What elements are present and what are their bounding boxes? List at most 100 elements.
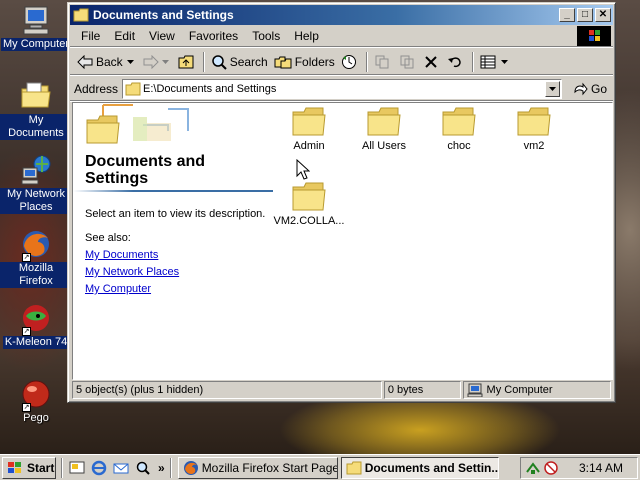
desktop-icon-my-computer[interactable]: My Computer — [0, 4, 72, 51]
status-zone-label: My Computer — [486, 384, 553, 396]
views-button[interactable] — [477, 51, 514, 73]
forward-button[interactable] — [140, 51, 175, 73]
large-folder-icon — [86, 115, 120, 144]
menu-view[interactable]: View — [142, 27, 182, 45]
folder-icon — [125, 82, 141, 95]
folders-label: Folders — [294, 54, 335, 69]
minimize-button[interactable]: _ — [559, 8, 575, 22]
link-my-network-places[interactable]: My Network Places — [85, 266, 179, 278]
link-my-documents[interactable]: My Documents — [85, 249, 158, 261]
firefox-icon — [183, 460, 198, 475]
desktop-icon-label: My Computer — [0, 38, 72, 51]
task-firefox[interactable]: Mozilla Firefox Start Page... — [177, 456, 338, 479]
clock[interactable]: 3:14 AM — [579, 461, 623, 475]
toolbar-grip — [169, 457, 172, 478]
show-desktop-icon[interactable] — [69, 460, 85, 476]
history-icon — [341, 54, 356, 69]
start-button[interactable]: Start — [2, 456, 56, 479]
search-icon[interactable] — [135, 460, 151, 476]
window-title: Documents and Settings — [93, 8, 234, 22]
computer-icon — [20, 4, 52, 36]
info-description: Select an item to view its description. — [85, 208, 266, 220]
address-input[interactable] — [143, 80, 544, 97]
info-pane: Documents and Settings Select an item to… — [73, 103, 273, 379]
start-label: Start — [27, 460, 55, 475]
system-tray: 3:14 AM — [520, 457, 638, 479]
folders-button[interactable]: Folders — [271, 51, 338, 73]
menu-tools[interactable]: Tools — [245, 27, 287, 45]
menu-edit[interactable]: Edit — [107, 27, 142, 45]
shortcut-arrow-icon: ↗ — [22, 327, 31, 336]
copy-to-button[interactable] — [396, 51, 421, 73]
folder-icon — [73, 8, 89, 22]
undo-button[interactable] — [444, 51, 469, 73]
close-button[interactable]: ✕ — [595, 8, 611, 22]
history-button[interactable] — [338, 51, 363, 73]
back-label: Back — [96, 54, 123, 69]
go-button[interactable]: Go — [572, 82, 607, 96]
antivirus-tray-icon[interactable] — [543, 460, 559, 476]
folder-item[interactable]: VM2.COLLA... — [269, 182, 349, 227]
chevron-down-icon — [126, 59, 134, 64]
folder-icon — [292, 107, 326, 136]
menu-favorites[interactable]: Favorites — [182, 27, 245, 45]
desktop-icon-firefox[interactable]: ↗ Mozilla Firefox — [0, 228, 72, 288]
back-button[interactable]: Back — [74, 51, 140, 73]
folder-icon — [292, 182, 326, 211]
windows-logo-icon — [8, 461, 21, 473]
up-folder-button[interactable] — [175, 51, 200, 73]
search-icon — [211, 54, 227, 70]
pego-icon: ↗ — [20, 378, 52, 412]
move-to-button[interactable] — [371, 51, 396, 73]
folder-label: Admin — [293, 140, 325, 152]
folder-item[interactable]: All Users — [344, 107, 424, 152]
menu-file[interactable]: File — [74, 27, 107, 45]
search-button[interactable]: Search — [208, 51, 271, 73]
outlook-express-icon[interactable] — [113, 460, 129, 476]
desktop-icon-label: My Documents — [0, 114, 72, 140]
link-my-computer[interactable]: My Computer — [85, 283, 151, 295]
address-dropdown-button[interactable] — [545, 80, 561, 97]
menu-help[interactable]: Help — [287, 27, 326, 45]
quick-launch: » — [66, 460, 165, 476]
back-arrow-icon — [77, 54, 93, 69]
go-label: Go — [591, 81, 608, 96]
computer-icon — [467, 383, 483, 397]
desktop-icon-pego[interactable]: ↗ Pego — [0, 378, 72, 425]
folder-item[interactable]: choc — [419, 107, 499, 152]
quicklaunch-overflow-button[interactable]: » — [158, 461, 165, 475]
address-bar: Address Go — [70, 77, 613, 101]
mouse-cursor-icon — [296, 159, 310, 180]
network-tray-icon[interactable] — [525, 460, 541, 476]
task-documents-and-settings[interactable]: Documents and Settin... — [340, 456, 499, 479]
desktop-icon-k-meleon[interactable]: ↗ K-Meleon 74 — [0, 302, 72, 349]
folder-item[interactable]: vm2 — [494, 107, 574, 152]
title-bar[interactable]: Documents and Settings _ □ ✕ — [70, 5, 613, 25]
forward-arrow-icon — [143, 54, 159, 69]
internet-explorer-icon[interactable] — [91, 460, 107, 476]
copy-to-icon — [400, 55, 414, 68]
chevron-down-icon — [161, 59, 169, 64]
delete-button[interactable] — [421, 51, 444, 73]
folders-icon — [274, 56, 292, 68]
address-label: Address — [74, 81, 119, 96]
explorer-window: Documents and Settings _ □ ✕ File Edit V… — [67, 2, 616, 403]
folder-label: All Users — [361, 140, 406, 152]
folder-item[interactable]: Admin — [269, 107, 349, 152]
desktop-icon-network-places[interactable]: My Network Places — [0, 154, 72, 214]
search-label: Search — [229, 54, 268, 69]
folder-label: vm2 — [523, 140, 545, 152]
desktop-icon-label: Mozilla Firefox — [0, 262, 72, 288]
desktop-icon-my-documents[interactable]: My Documents — [0, 80, 72, 140]
documents-folder-icon — [20, 80, 52, 112]
shortcut-arrow-icon: ↗ — [22, 253, 31, 262]
views-icon — [480, 55, 496, 68]
toolbar-separator — [365, 51, 368, 72]
toolbar-grip — [61, 457, 63, 478]
maximize-button[interactable]: □ — [577, 8, 593, 22]
toolbar-separator — [202, 51, 205, 72]
status-bar: 5 object(s) (plus 1 hidden) 0 bytes My C… — [72, 381, 613, 400]
info-title: Documents and Settings — [85, 153, 206, 187]
delete-x-icon — [425, 55, 437, 68]
address-field[interactable] — [122, 78, 563, 99]
